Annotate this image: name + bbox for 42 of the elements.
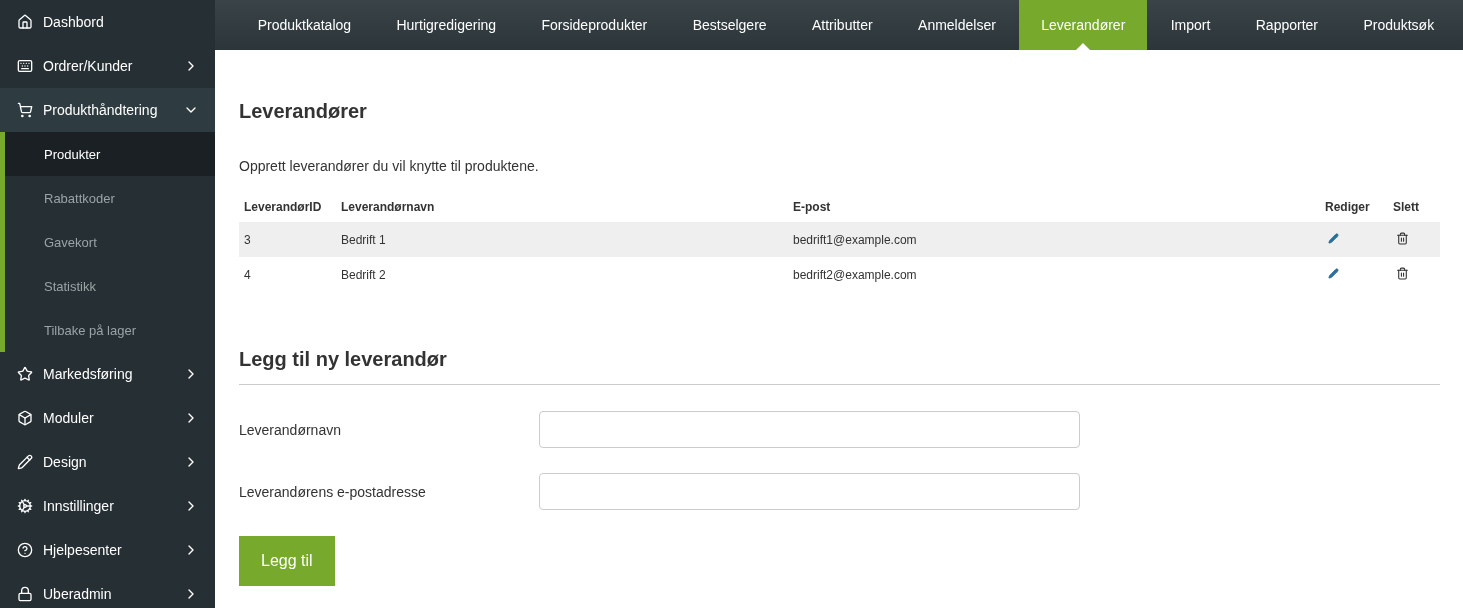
- field-label: Leverandørnavn: [239, 421, 342, 438]
- table-cell: bedrift2@example.com: [788, 257, 1320, 292]
- input-field[interactable]: [539, 411, 1080, 448]
- page-title: Leverandører: [239, 100, 368, 123]
- column-header: LeverandørID: [239, 192, 336, 222]
- submenu-item[interactable]: Produkter: [5, 132, 215, 176]
- section-title: Legg til ny leverandør: [239, 348, 1440, 385]
- menu-icon: [17, 586, 33, 602]
- tab[interactable]: Hurtigredigering: [374, 0, 519, 50]
- column-header: E-post: [788, 192, 1320, 222]
- menu-icon: [17, 410, 33, 426]
- table-cell: 3: [239, 222, 336, 257]
- tab[interactable]: Forsideprodukter: [519, 0, 670, 50]
- table-cell: bedrift1@example.com: [788, 222, 1320, 257]
- tab[interactable]: Anmeldelser: [896, 0, 1018, 50]
- table-cell: 4: [239, 257, 336, 292]
- tab[interactable]: Produktkatalog: [235, 0, 374, 50]
- menu-icon: [17, 366, 33, 382]
- tab[interactable]: Rapporter: [1233, 0, 1340, 50]
- pencil-icon[interactable]: [1328, 232, 1339, 244]
- trash-icon[interactable]: [1396, 266, 1409, 280]
- table-cell: Bedrift 2: [336, 257, 788, 292]
- table-cell: Bedrift 1: [336, 222, 788, 257]
- input-field[interactable]: [539, 473, 1080, 510]
- menu-icon: [17, 14, 33, 30]
- menu-icon: [17, 58, 33, 74]
- column-header: Slett: [1388, 192, 1440, 222]
- column-header: Leverandørnavn: [336, 192, 788, 222]
- column-header: Rediger: [1320, 192, 1388, 222]
- menu-icon: [17, 102, 33, 118]
- menu-icon: [17, 542, 33, 558]
- tab[interactable]: Produktsøk: [1341, 0, 1457, 50]
- trash-icon[interactable]: [1396, 231, 1409, 245]
- field-label: Leverandørens e-postadresse: [239, 483, 427, 500]
- sidebar-item[interactable]: Produkthåndtering: [0, 88, 215, 132]
- tab[interactable]: Attributter: [789, 0, 895, 50]
- intro-text: Opprett leverandører du vil knytte til produktene.: [239, 158, 540, 174]
- tab[interactable]: Bestselgere: [670, 0, 789, 50]
- pencil-icon[interactable]: [1328, 267, 1339, 279]
- menu-icon: [17, 498, 33, 514]
- menu-icon: [17, 454, 33, 470]
- tab[interactable]: Import: [1148, 0, 1233, 50]
